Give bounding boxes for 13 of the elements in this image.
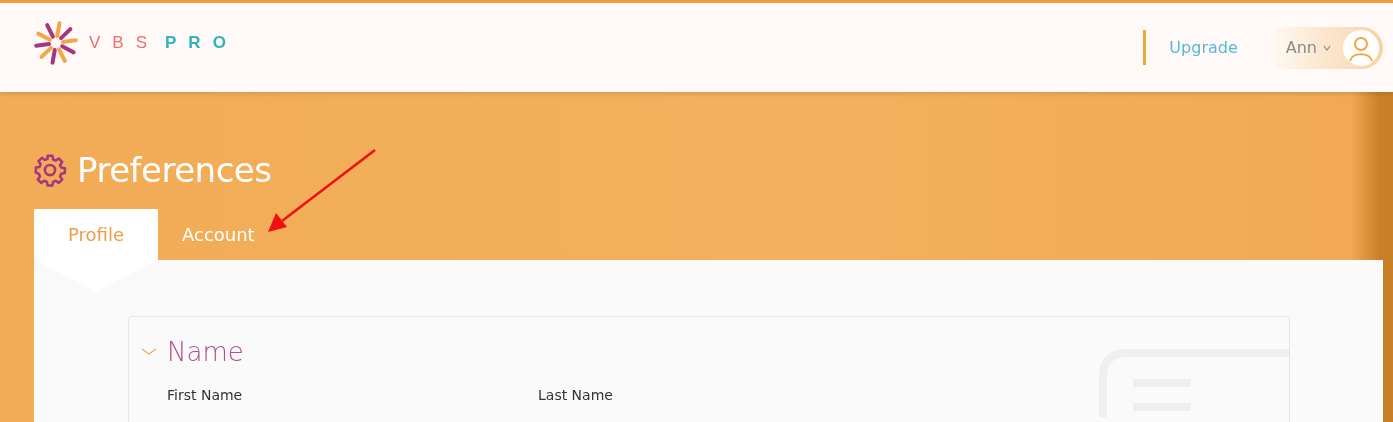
section-title: Name [167, 337, 244, 367]
caret-icon [1323, 44, 1331, 51]
logo-text: PRO [165, 32, 238, 53]
field-label: Last Name [538, 387, 614, 403]
sunburst-logo-icon [33, 19, 79, 66]
tab[interactable]: Account [158, 209, 279, 260]
settings-icon [33, 153, 67, 187]
chevron-icon[interactable] [141, 347, 157, 357]
avatar-icon [1343, 29, 1379, 66]
logo-text: VBS [89, 32, 160, 53]
page-title: Preferences [77, 150, 272, 190]
field-label: First Name [167, 387, 244, 403]
upgrade-link[interactable]: Upgrade [1143, 30, 1266, 65]
